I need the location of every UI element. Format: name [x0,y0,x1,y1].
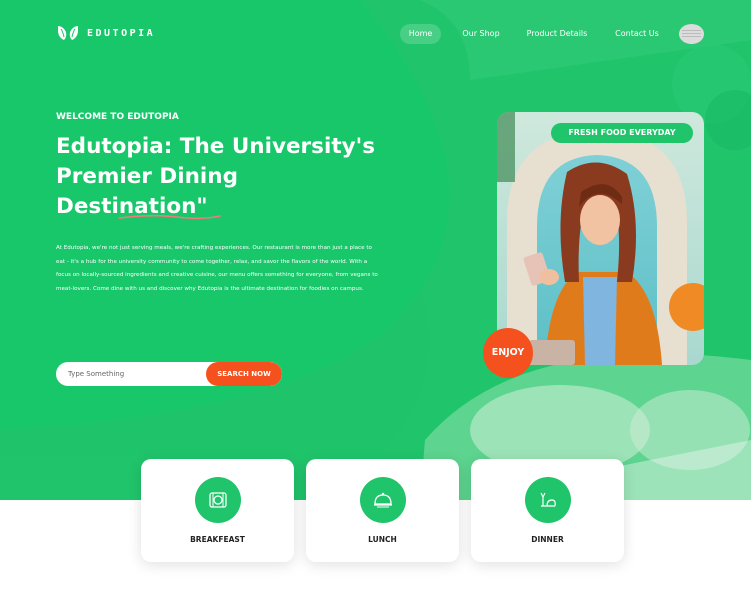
leaf-logo-icon [58,26,78,40]
headline-underline-decoration [118,214,221,220]
breakfast-icon [195,477,241,523]
nav-home[interactable]: Home [400,24,441,44]
meal-label-breakfast: BREAKFEAST [190,535,245,544]
meal-card-breakfast[interactable]: BREAKFEAST [141,459,294,562]
search-now-button[interactable]: SEARCH NOW [206,362,282,386]
nav-our-shop[interactable]: Our Shop [457,24,505,44]
meal-card-dinner[interactable]: DINNER [471,459,624,562]
hero-headline: Edutopia: The University's Premier Dinin… [56,132,396,222]
hero-eyebrow: WELCOME TO EDUTOPIA [56,112,179,122]
top-navigation: EDUTOPIA Home Our Shop Product Details C… [0,0,751,68]
meal-label-dinner: DINNER [531,535,564,544]
brand-name: EDUTOPIA [87,27,156,39]
hero-section: EDUTOPIA Home Our Shop Product Details C… [0,0,751,500]
hero-photo [497,112,704,365]
meal-card-lunch[interactable]: LUNCH [306,459,459,562]
lunch-cloche-icon [360,477,406,523]
headline-line-1: Edutopia: The University's [56,134,375,159]
nav-contact-us[interactable]: Contact Us [610,24,664,44]
user-avatar[interactable] [679,24,704,44]
headline-line-2: Premier Dining [56,164,238,189]
search-form: SEARCH NOW [56,362,282,386]
hero-intro-paragraph: At Edutopia, we're not just serving meal… [56,245,378,292]
meal-label-lunch: LUNCH [368,535,397,544]
brand-logo[interactable]: EDUTOPIA [57,24,155,42]
fresh-food-badge: FRESH FOOD EVERYDAY [551,123,693,143]
student-illustration [497,112,704,365]
nav-product-details[interactable]: Product Details [522,24,592,44]
enjoy-badge: ENJOY [483,328,533,378]
dinner-icon [525,477,571,523]
search-input[interactable] [56,362,206,386]
